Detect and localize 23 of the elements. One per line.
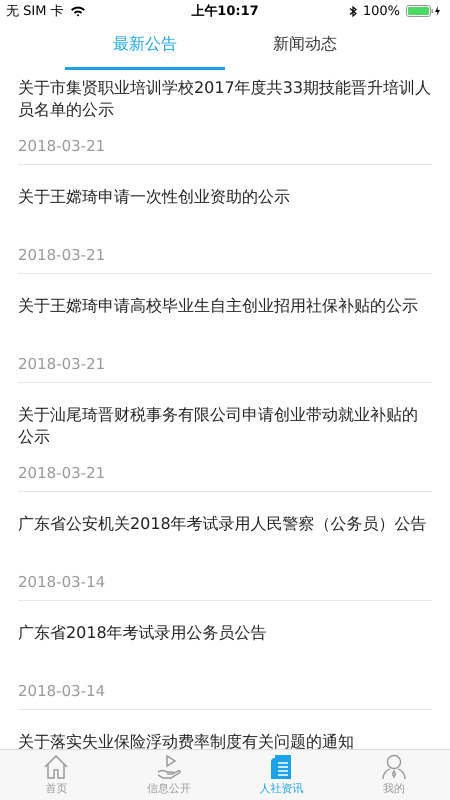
article-title[interactable]: 关于落实失业保险浮动费率制度有关问题的通知 (18, 731, 432, 749)
article-date: 2018-03-21 (18, 245, 106, 266)
article-title[interactable]: 广东省公安机关2018年考试录用人民警察（公务员）公告 (18, 513, 432, 557)
article-date: 2018-03-14 (18, 572, 106, 593)
article-date: 2018-03-14 (18, 681, 106, 702)
article-title[interactable]: 关于王嫦琦申请一次性创业资助的公示 (18, 186, 432, 230)
wifi-icon (70, 5, 86, 17)
article-title[interactable]: 关于汕尾琦晋财税事务有限公司申请创业带动就业补贴的公示 (18, 404, 432, 448)
battery-icon (406, 5, 442, 17)
clock-text: 上午10:17 (191, 3, 259, 20)
article-title[interactable]: 广东省2018年考试录用公务员公告 (18, 622, 432, 666)
article-title[interactable]: 关于王嫦琦申请高校毕业生自主创业招用社保补贴的公示 (18, 295, 432, 339)
document-icon (269, 754, 294, 780)
article-date: 2018-03-21 (18, 354, 106, 375)
article-title[interactable]: 关于市集贤职业培训学校2017年度共33期技能晋升培训人员名单的公示 (18, 77, 432, 121)
carrier-text: 无 SIM 卡 (6, 3, 64, 20)
house-icon (43, 754, 70, 780)
article-date: 2018-03-21 (18, 136, 106, 157)
tab[interactable]: 新闻动态 (225, 22, 385, 70)
article-date: 2018-03-21 (18, 463, 106, 484)
battery-text: 100% (362, 4, 400, 18)
person-icon (380, 754, 407, 780)
bluetooth-icon (348, 4, 357, 18)
